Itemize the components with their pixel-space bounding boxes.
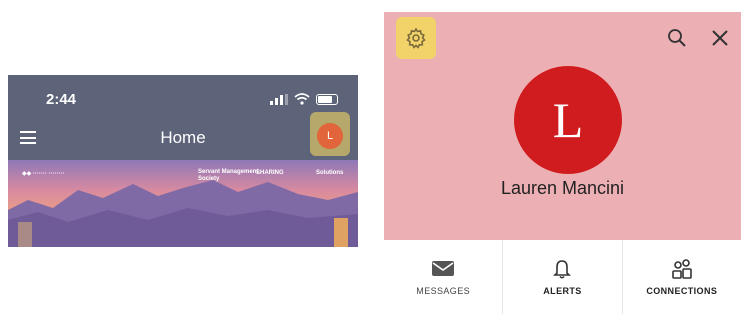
signal-icon — [270, 93, 288, 105]
gear-icon[interactable] — [404, 26, 428, 50]
close-icon[interactable] — [710, 28, 730, 48]
profile-avatar-button[interactable]: L — [317, 123, 343, 149]
nav-label-connections: CONNECTIONS — [646, 286, 718, 296]
profile-avatar: L — [514, 66, 622, 174]
battery-icon — [316, 93, 338, 105]
profile-panel: L Lauren Mancini MESSAGES ALERTS CONNECT… — [384, 12, 741, 314]
status-icons — [270, 93, 338, 105]
sponsor-logo-2: SHARING — [256, 170, 284, 176]
profile-header: L Lauren Mancini — [384, 12, 741, 240]
status-time: 2:44 — [46, 91, 77, 108]
sponsor-logo-1: Servant Management — [198, 169, 259, 175]
wifi-icon — [294, 93, 310, 105]
nav-messages[interactable]: MESSAGES — [384, 240, 502, 314]
page-title: Home — [160, 128, 206, 147]
sponsor-logo-1-sub: Society — [198, 176, 220, 182]
sponsor-logo-3: Solutions — [316, 170, 344, 176]
nav-connections[interactable]: CONNECTIONS — [621, 240, 741, 314]
people-icon — [672, 259, 692, 279]
app-header: 2:44 Home L — [8, 75, 358, 160]
phone-home-screen: 2:44 Home L ◆◆ ······· ········ Servant … — [8, 75, 358, 247]
nav-label-alerts: ALERTS — [543, 286, 582, 296]
search-icon[interactable] — [666, 27, 688, 49]
profile-bottom-nav: MESSAGES ALERTS CONNECTIONS — [384, 240, 741, 314]
envelope-icon — [432, 261, 455, 276]
sponsor-logo-left: ◆◆ ······· ········ — [22, 171, 65, 177]
nav-alerts[interactable]: ALERTS — [502, 240, 621, 314]
nav-label-messages: MESSAGES — [416, 286, 471, 296]
bell-icon — [553, 260, 572, 279]
user-name: Lauren Mancini — [500, 178, 625, 198]
